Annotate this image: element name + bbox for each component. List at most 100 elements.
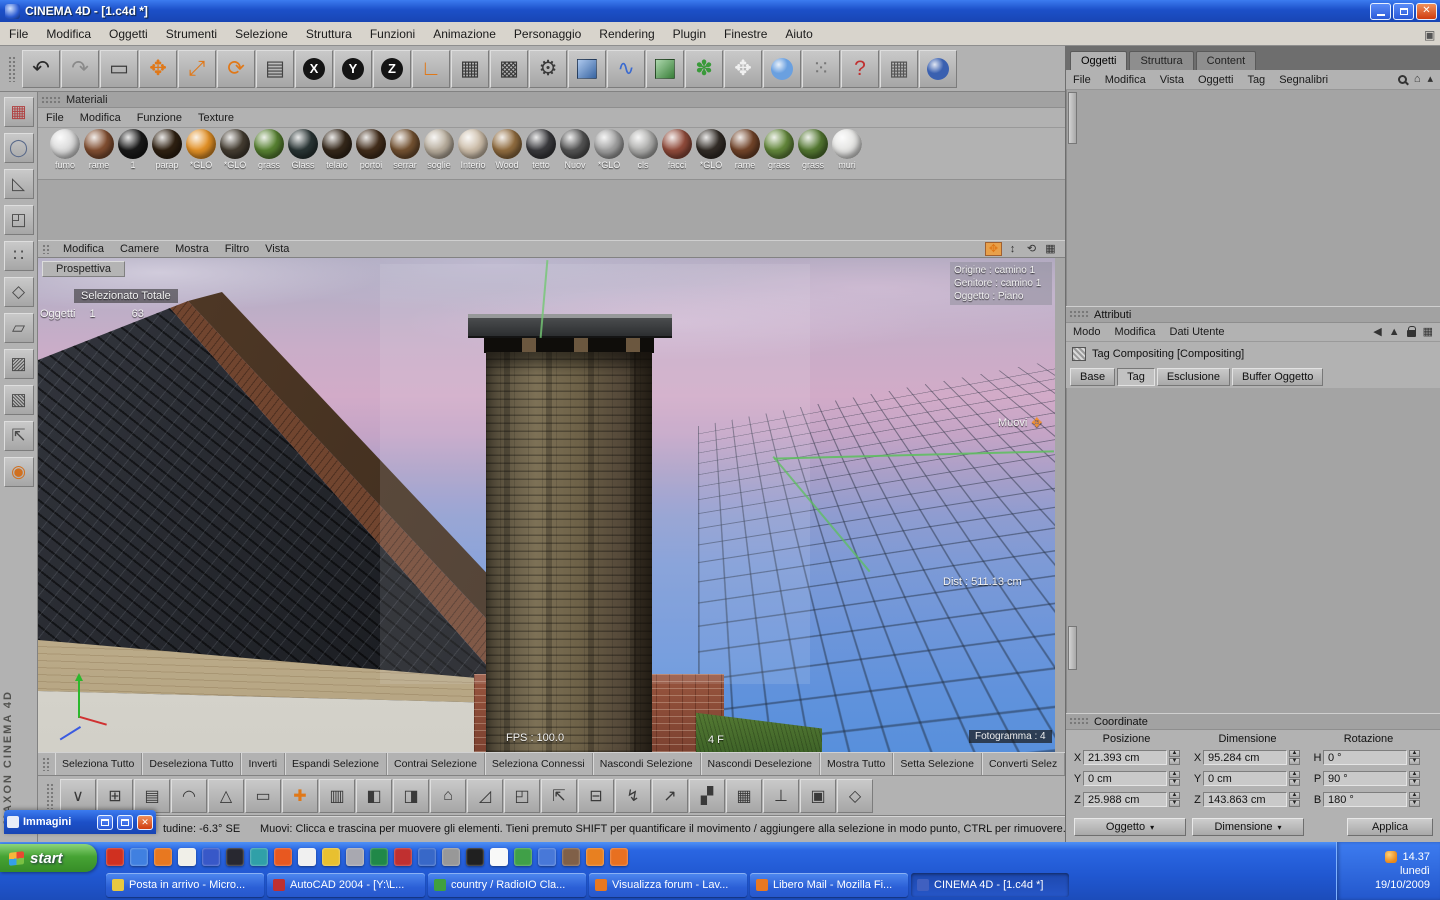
render-view-icon[interactable]: ▦ [451, 49, 489, 88]
quick-launch-icon[interactable] [154, 848, 172, 866]
materials-menu-item[interactable]: File [38, 110, 72, 126]
modeling-tool-icon[interactable]: ⊞ [97, 778, 133, 813]
z-axis-lock-icon[interactable]: Z [373, 49, 411, 88]
viewport-menu-item[interactable]: Vista [257, 242, 297, 256]
model-mode-icon[interactable]: ◰ [3, 205, 34, 235]
material-swatch[interactable]: Nuov [558, 129, 592, 170]
material-swatch[interactable]: facci [660, 129, 694, 170]
menu-item[interactable]: Finestre [715, 24, 776, 44]
modeling-tool-icon[interactable]: ▞ [689, 778, 725, 813]
material-swatch[interactable]: *GLO [592, 129, 626, 170]
object-manager-menu-item[interactable]: Tag [1240, 72, 1272, 88]
minimize-button[interactable] [1370, 2, 1391, 20]
material-swatch[interactable]: 1 [116, 129, 150, 170]
material-swatch[interactable]: *GLO [218, 129, 252, 170]
quick-launch-icon[interactable] [586, 848, 604, 866]
quick-launch-icon[interactable] [466, 848, 484, 866]
position-field[interactable]: 21.393 cm [1083, 750, 1167, 765]
modeling-tool-icon[interactable]: ⇱ [541, 778, 577, 813]
modeling-tool-icon[interactable]: ◠ [171, 778, 207, 813]
close-button[interactable]: ✕ [1416, 2, 1437, 20]
add-physics-icon[interactable]: ⁙ [802, 49, 840, 88]
viewport-canvas[interactable]: Prospettiva Selezionato Totale Oggetti 1… [38, 258, 1055, 752]
edges-mode-icon[interactable]: ◇ [3, 277, 34, 307]
lock-icon[interactable] [1406, 326, 1417, 337]
modeling-tool-icon[interactable]: ◿ [467, 778, 503, 813]
viewport-menu-item[interactable]: Filtro [217, 242, 257, 256]
attribute-tab[interactable]: Esclusione [1156, 368, 1231, 386]
quick-launch-icon[interactable] [610, 848, 628, 866]
coordinate-system-icon[interactable]: ∟ [412, 49, 450, 88]
spinner[interactable]: ▲▼ [1409, 771, 1420, 786]
modeling-tool-icon[interactable]: ◇ [837, 778, 873, 813]
material-swatch[interactable]: parap [150, 129, 184, 170]
add-spline-icon[interactable]: ∿ [607, 49, 645, 88]
rotation-field[interactable]: 0 ° [1323, 750, 1407, 765]
add-environment-icon[interactable] [763, 49, 801, 88]
material-swatch[interactable]: soglie [422, 129, 456, 170]
toolbar-grip[interactable] [8, 55, 17, 82]
make-editable-icon[interactable]: ◺ [3, 169, 34, 199]
viewport-menu-item[interactable]: Mostra [167, 242, 217, 256]
quick-launch-icon[interactable] [250, 848, 268, 866]
viewport-menu-item[interactable]: Modifica [55, 242, 112, 256]
modeling-tool-icon[interactable]: ↗ [652, 778, 688, 813]
menu-item[interactable]: File [0, 24, 37, 44]
zoom-view-icon[interactable]: ↕ [1004, 242, 1021, 256]
selection-command-button[interactable]: Seleziona Connessi [485, 753, 593, 775]
rotation-field[interactable]: 90 ° [1323, 771, 1407, 786]
material-swatch[interactable]: grass [252, 129, 286, 170]
menu-item[interactable]: Personaggio [505, 24, 590, 44]
quick-launch-icon[interactable] [226, 848, 244, 866]
attribute-tab[interactable]: Tag [1117, 368, 1155, 386]
applica-button[interactable]: Applica [1347, 818, 1433, 836]
size-field[interactable]: 143.863 cm [1203, 792, 1287, 807]
add-modeling-icon[interactable]: ✽ [685, 49, 723, 88]
material-swatch[interactable]: serrar [388, 129, 422, 170]
menu-item[interactable]: Animazione [424, 24, 505, 44]
oggetto-dropdown[interactable]: Oggetto ▾ [1074, 818, 1186, 836]
selection-command-button[interactable]: Mostra Tutto [820, 753, 894, 775]
taskbar-window-button[interactable]: Posta in arrivo - Micro... [106, 873, 264, 897]
quick-launch-icon[interactable] [202, 848, 220, 866]
modeling-tool-icon[interactable]: ▣ [800, 778, 836, 813]
object-manager-menu-item[interactable]: Segnalibri [1272, 72, 1335, 88]
points-mode-icon[interactable]: ∷ [3, 241, 34, 271]
object-manager-menu-item[interactable]: Oggetti [1191, 72, 1240, 88]
x-axis-lock-icon[interactable]: X [295, 49, 333, 88]
material-swatch[interactable]: Glass [286, 129, 320, 170]
manager-tab[interactable]: Struttura [1129, 51, 1194, 70]
rotate-tool-icon[interactable]: ⟳ [217, 49, 255, 88]
tree-scrollbar[interactable] [1066, 90, 1440, 306]
pan-view-icon[interactable]: ✥ [985, 242, 1002, 256]
home-icon[interactable]: ⌂ [1414, 74, 1421, 85]
material-swatch[interactable]: fumo [48, 129, 82, 170]
menu-item[interactable]: Aiuto [776, 24, 821, 44]
modeling-tool-icon[interactable]: △ [208, 778, 244, 813]
manager-tab[interactable]: Oggetti [1070, 51, 1128, 70]
dimensione-dropdown[interactable]: Dimensione ▾ [1192, 818, 1304, 836]
materials-menu-item[interactable]: Texture [190, 110, 242, 126]
size-field[interactable]: 95.284 cm [1203, 750, 1287, 765]
undo-icon[interactable]: ↶ [22, 49, 60, 88]
selection-command-button[interactable]: Converti Selez [982, 753, 1065, 775]
chevron-up-icon[interactable]: ▴ [1427, 74, 1433, 85]
xpresso-icon[interactable]: ▦ [880, 49, 918, 88]
modeling-tool-icon[interactable]: ⊟ [578, 778, 614, 813]
rotation-field[interactable]: 180 ° [1323, 792, 1407, 807]
viewport-menu-item[interactable]: Camere [112, 242, 167, 256]
panel-grip[interactable] [1069, 717, 1089, 726]
render-region-icon[interactable]: ▩ [490, 49, 528, 88]
world-grid-icon[interactable]: ◯ [3, 133, 34, 163]
panel-grip[interactable] [41, 95, 61, 104]
material-swatch[interactable]: portoi [354, 129, 388, 170]
quick-launch-icon[interactable] [490, 848, 508, 866]
quick-launch-icon[interactable] [130, 848, 148, 866]
attributes-scrollbar[interactable] [1066, 388, 1440, 713]
material-swatch[interactable]: Interio [456, 129, 490, 170]
maximize-button[interactable] [1393, 2, 1414, 20]
taskbar-window-button[interactable]: country / RadioIO Cla... [428, 873, 586, 897]
viewport-grip[interactable] [42, 244, 51, 254]
add-generator-icon[interactable] [646, 49, 684, 88]
menu-item[interactable]: Rendering [590, 24, 663, 44]
